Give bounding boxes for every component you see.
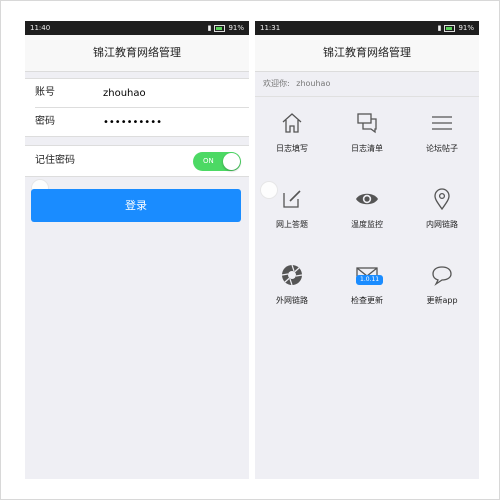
toggle-on-text: ON bbox=[203, 157, 214, 165]
menu-item-forum-posts[interactable]: 论坛帖子 bbox=[405, 99, 479, 175]
menu-label: 更新app bbox=[426, 296, 458, 305]
signal-icon: ▮ bbox=[437, 24, 442, 32]
login-screen: 11:40 ▮ 91% 锦江教育网络管理 账号 密码 记住密码 ON bbox=[25, 21, 249, 479]
menu-label: 温度监控 bbox=[351, 220, 383, 229]
menu-item-intranet-link[interactable]: 内网链路 bbox=[405, 175, 479, 251]
status-bar: 11:40 ▮ 91% bbox=[25, 21, 249, 35]
password-label: 密码 bbox=[35, 116, 55, 127]
welcome-user: zhouhao bbox=[296, 79, 331, 88]
menu-label: 论坛帖子 bbox=[426, 144, 458, 153]
menu-item-external-link[interactable]: 外网链路 bbox=[255, 251, 329, 327]
eye-icon bbox=[356, 193, 378, 205]
version-badge: 1.0.11 bbox=[356, 275, 384, 285]
menu-label: 日志填写 bbox=[276, 144, 308, 153]
status-bar: 11:31 ▮ 91% bbox=[255, 21, 479, 35]
battery-icon bbox=[214, 24, 226, 32]
home-icon bbox=[282, 113, 302, 133]
location-pin-icon bbox=[434, 188, 450, 211]
status-icons: ▮ 91% bbox=[208, 21, 244, 35]
menu-lines-icon bbox=[432, 116, 452, 130]
menu-label: 内网链路 bbox=[426, 220, 458, 229]
login-button[interactable]: 登录 bbox=[31, 189, 241, 222]
battery-percent: 91% bbox=[458, 24, 474, 32]
remember-password-row: 记住密码 ON bbox=[25, 145, 249, 177]
assistive-touch-icon[interactable] bbox=[260, 181, 278, 199]
menu-label: 网上答题 bbox=[276, 220, 308, 229]
remember-password-label: 记住密码 bbox=[35, 155, 75, 166]
menu-item-temperature[interactable]: 温度监控 bbox=[330, 175, 404, 251]
aperture-icon bbox=[281, 264, 303, 286]
battery-icon bbox=[444, 24, 456, 32]
account-row: 账号 bbox=[35, 79, 249, 107]
battery-percent: 91% bbox=[228, 24, 244, 32]
password-input[interactable] bbox=[103, 114, 243, 130]
welcome-prefix: 欢迎你: bbox=[263, 79, 290, 88]
menu-label: 日志清单 bbox=[351, 144, 383, 153]
signal-icon: ▮ bbox=[207, 24, 212, 32]
status-time: 11:40 bbox=[30, 24, 51, 32]
app-title: 锦江教育网络管理 bbox=[25, 35, 249, 72]
account-label: 账号 bbox=[35, 87, 55, 98]
menu-grid: 日志填写 日志清单 论坛帖子 网上答题 温度监控 内网链路 外网链路 1.0.1… bbox=[255, 99, 479, 331]
toggle-knob bbox=[223, 153, 240, 170]
login-form: 账号 密码 bbox=[25, 78, 249, 137]
chat-bubbles-icon bbox=[357, 113, 377, 134]
speech-bubble-icon bbox=[432, 266, 452, 286]
menu-item-check-update[interactable]: 1.0.11 检查更新 bbox=[330, 251, 404, 327]
edit-icon bbox=[283, 190, 301, 208]
welcome-bar: 欢迎你: zhouhao bbox=[255, 72, 479, 97]
dashboard-screen: 11:31 ▮ 91% 锦江教育网络管理 欢迎你: zhouhao 日志填写 日… bbox=[255, 21, 479, 479]
menu-label: 检查更新 bbox=[351, 296, 383, 305]
menu-item-log-list[interactable]: 日志清单 bbox=[330, 99, 404, 175]
remember-password-toggle[interactable]: ON bbox=[193, 152, 241, 171]
screenshot-frame: 11:40 ▮ 91% 锦江教育网络管理 账号 密码 记住密码 ON bbox=[0, 0, 500, 500]
menu-item-update-app[interactable]: 更新app bbox=[405, 251, 479, 327]
account-input[interactable] bbox=[103, 85, 243, 101]
status-time: 11:31 bbox=[260, 24, 281, 32]
menu-label: 外网链路 bbox=[276, 296, 308, 305]
status-icons: ▮ 91% bbox=[438, 21, 474, 35]
menu-item-log-entry[interactable]: 日志填写 bbox=[255, 99, 329, 175]
app-title: 锦江教育网络管理 bbox=[255, 35, 479, 72]
password-row: 密码 bbox=[35, 107, 249, 136]
